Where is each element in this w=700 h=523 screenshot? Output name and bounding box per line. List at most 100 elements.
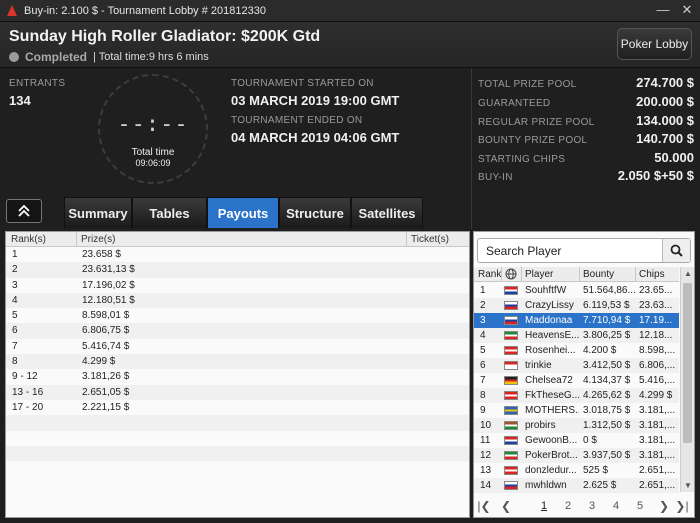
prev-page-icon[interactable]: ❮ [498, 499, 514, 513]
chips-cell: 2.651,... [639, 465, 676, 476]
country-flag-icon [504, 436, 518, 445]
bounty-cell: 4.265,62 $ [583, 390, 631, 401]
page-1-link[interactable]: 1 [532, 500, 556, 512]
first-page-icon[interactable]: |❮ [476, 499, 492, 513]
player-name-cell: GewoonB... [525, 435, 578, 446]
players-scrollbar[interactable]: ▲ ▼ [680, 267, 694, 492]
tab-tables[interactable]: Tables [132, 197, 207, 228]
rank-cell: 10 [480, 420, 492, 431]
scroll-up-icon[interactable]: ▲ [681, 267, 695, 280]
chips-cell: 4.299 $ [639, 390, 673, 401]
bounty-cell: 2.625 $ [583, 480, 617, 491]
rank-cell: 9 - 12 [12, 371, 38, 383]
scroll-thumb[interactable] [683, 283, 692, 443]
tab-structure[interactable]: Structure [279, 197, 351, 228]
column-header-bounty[interactable]: Bounty [583, 269, 614, 280]
tab-satellites[interactable]: Satellites [351, 197, 423, 228]
table-row: 4 12.180,51 $ [6, 292, 469, 309]
payouts-rows: 1 23.658 $ 2 23.631,13 $ 3 17.196,02 $ 4 12.… [6, 247, 469, 462]
tab-summary[interactable]: Summary [64, 197, 132, 228]
page-2-link[interactable]: 2 [556, 500, 580, 512]
status-label: Completed [25, 50, 88, 64]
tournament-header: Sunday High Roller Gladiator: $200K Gtd … [0, 22, 700, 68]
player-row[interactable]: 9 MOTHERS... 3.018,75 $ 3.181,... [474, 403, 679, 418]
scroll-down-icon[interactable]: ▼ [681, 479, 695, 492]
player-row[interactable]: 6 trinkie 3.412,50 $ 6.806,... [474, 358, 679, 373]
started-label: TOURNAMENT STARTED ON [231, 78, 374, 89]
chips-cell: 3.181,... [639, 435, 676, 446]
players-list: 1 SouhftfW 51.564,86... 23.65... 2 CrazyLissy… [474, 283, 679, 493]
bounty-cell: 3.018,75 $ [583, 405, 631, 416]
column-header-chips[interactable]: Chips [639, 269, 665, 280]
search-player-field[interactable]: Search Player [477, 238, 691, 263]
country-flag-icon [504, 421, 518, 430]
clock-dial: --:-- Total time 09:06:09 [98, 74, 208, 184]
chips-cell: 2.651,... [639, 480, 676, 491]
column-header-tickets[interactable]: Ticket(s) [411, 234, 449, 245]
prize-label: BUY-IN [478, 172, 513, 183]
table-row: 6 6.806,75 $ [6, 323, 469, 339]
prize-cell: 2.651,05 $ [82, 386, 130, 398]
column-header-prizes[interactable]: Prize(s) [81, 234, 115, 245]
page-5-link[interactable]: 5 [628, 500, 652, 512]
table-row: 2 23.631,13 $ [6, 262, 469, 278]
player-row[interactable]: 14 mwhldwn 2.625 $ 2.651,... [474, 478, 679, 493]
player-row[interactable]: 7 Chelsea72 4.134,37 $ 5.416,... [474, 373, 679, 388]
prize-value: 50.000 [654, 150, 694, 165]
player-name-cell: CrazyLissy [525, 300, 574, 311]
player-row[interactable]: 1 SouhftfW 51.564,86... 23.65... [474, 283, 679, 298]
rank-cell: 8 [480, 390, 486, 401]
players-panel: Search Player Rank Player Bounty Chips 1… [473, 231, 695, 518]
players-header: Rank Player Bounty Chips [474, 267, 679, 282]
player-row[interactable]: 4 HeavensE... 3.806,25 $ 12.18... [474, 328, 679, 343]
player-name-cell: probirs [525, 420, 556, 431]
rank-cell: 17 - 20 [12, 401, 44, 413]
tab-bar: Summary Tables Payouts Structure Satelli… [64, 197, 423, 228]
rank-cell: 2 [12, 264, 18, 276]
table-row: 8 4.299 $ [6, 354, 469, 370]
page-4-link[interactable]: 4 [604, 500, 628, 512]
status-dot-icon [9, 52, 19, 62]
player-row[interactable]: 3 Maddonaa 7.710,94 $ 17.19... [474, 313, 679, 328]
country-flag-icon [504, 331, 518, 340]
minimize-button[interactable]: — [656, 2, 670, 18]
table-row-empty [6, 415, 469, 431]
globe-icon[interactable] [505, 268, 517, 283]
next-page-icon[interactable]: ❯ [656, 499, 672, 513]
bounty-cell: 6.119,53 $ [583, 300, 630, 311]
column-header-ranks[interactable]: Rank(s) [11, 234, 46, 245]
collapse-button[interactable] [6, 199, 42, 223]
rank-cell: 9 [480, 405, 486, 416]
rank-cell: 4 [12, 294, 18, 306]
tournament-status: Completed | Total time:9 hrs 6 mins [9, 50, 209, 64]
search-input[interactable]: Search Player [486, 244, 561, 258]
player-row[interactable]: 5 Rosenhei... 4.200 $ 8.598,... [474, 343, 679, 358]
tab-payouts[interactable]: Payouts [207, 197, 279, 228]
search-button[interactable] [662, 239, 690, 262]
prize-label: STARTING CHIPS [478, 154, 566, 165]
country-flag-icon [504, 361, 518, 370]
poker-lobby-button[interactable]: Poker Lobby [617, 28, 692, 60]
prize-label: BOUNTY PRIZE POOL [478, 135, 588, 146]
prize-value: 274.700 $ [636, 75, 694, 90]
rank-cell: 7 [12, 340, 18, 352]
player-row[interactable]: 11 GewoonB... 0 $ 3.181,... [474, 433, 679, 448]
player-row[interactable]: 12 PokerBrot... 3.937,50 $ 3.181,... [474, 448, 679, 463]
column-header-rank[interactable]: Rank [478, 269, 501, 280]
column-header-player[interactable]: Player [525, 269, 553, 280]
rank-cell: 1 [12, 249, 18, 260]
player-row[interactable]: 2 CrazyLissy 6.119,53 $ 23.63... [474, 298, 679, 313]
prize-value: 140.700 $ [636, 131, 694, 146]
player-row[interactable]: 10 probirs 1.312,50 $ 3.181,... [474, 418, 679, 433]
player-row[interactable]: 8 FkTheseG... 4.265,62 $ 4.299 $ [474, 388, 679, 403]
clock-value: 09:06:09 [135, 158, 171, 168]
payouts-table: Rank(s) Prize(s) Ticket(s) 1 23.658 $ 2 23… [5, 231, 470, 518]
close-button[interactable]: ✕ [680, 2, 694, 18]
rank-cell: 5 [12, 310, 18, 322]
chips-cell: 17.19... [639, 315, 673, 326]
pokerstars-logo-icon [6, 4, 18, 17]
last-page-icon[interactable]: ❯| [674, 499, 690, 513]
player-row[interactable]: 13 donzledur... 525 $ 2.651,... [474, 463, 679, 478]
page-3-link[interactable]: 3 [580, 500, 604, 512]
rank-cell: 3 [480, 315, 486, 326]
